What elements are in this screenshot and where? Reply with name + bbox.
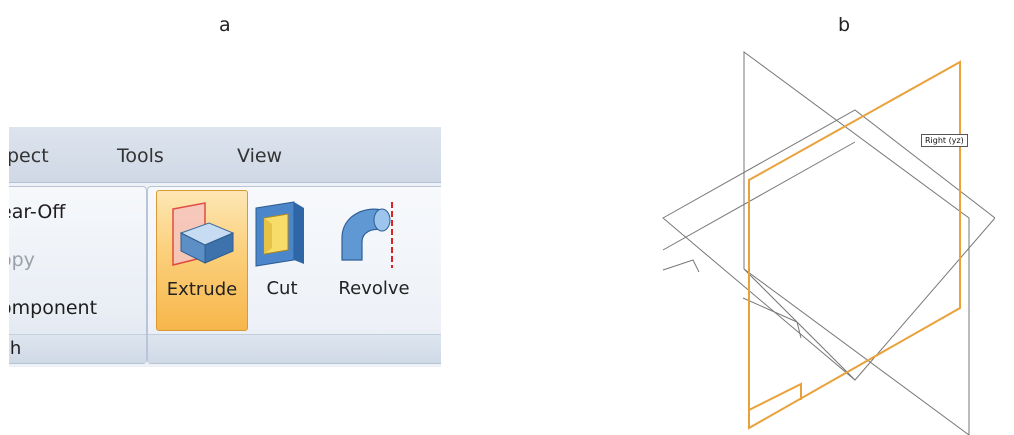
panel-a-label: a: [219, 14, 231, 36]
copy-item[interactable]: opy: [9, 249, 35, 271]
left-group-footer: ch: [9, 334, 146, 363]
panel-b-label: b: [838, 14, 851, 36]
extrude-label: Extrude: [166, 279, 238, 300]
extrude-button[interactable]: Extrude: [156, 190, 248, 331]
top-plane: [662, 109, 995, 381]
revolve-label: Revolve: [338, 278, 410, 299]
cut-label: Cut: [266, 278, 298, 299]
tab-view[interactable]: View: [237, 145, 282, 167]
ribbon-group-create: Extrude Cut Revolve: [147, 186, 441, 364]
component-item[interactable]: omponent: [9, 297, 97, 319]
cad-viewport: [662, 51, 995, 435]
ribbon-tab-bar: pect Tools View: [9, 127, 441, 183]
ribbon-group-left: ear-Off opy omponent ch: [9, 186, 147, 364]
extrude-icon: [172, 202, 235, 266]
right-plane: [748, 60, 961, 430]
plane-tooltip: Right (yz): [921, 134, 968, 147]
tear-off-item[interactable]: ear-Off: [9, 201, 65, 223]
tab-inspect[interactable]: pect: [9, 145, 49, 167]
revolve-button[interactable]: Revolve: [328, 190, 420, 329]
cut-icon: [255, 201, 304, 267]
create-group-footer: [148, 334, 441, 363]
cut-button[interactable]: Cut: [246, 190, 318, 329]
left-group-caption: ch: [9, 338, 22, 359]
tab-tools[interactable]: Tools: [117, 145, 164, 167]
revolve-icon: [341, 202, 393, 268]
ribbon-toolbar: pect Tools View ear-Off opy omponent ch …: [9, 127, 441, 367]
